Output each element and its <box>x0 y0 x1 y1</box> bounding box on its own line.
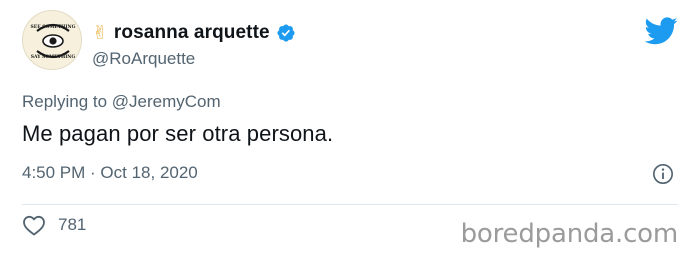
like-count: 781 <box>58 215 87 234</box>
tweet-timestamp[interactable]: 4:50 PM · Oct 18, 2020 <box>22 163 198 183</box>
tweet-text: Me pagan por ser otra persona. <box>22 121 334 146</box>
avatar-text-top: SEE SOMETHING <box>31 24 76 30</box>
boredpanda-watermark: boredpanda.com <box>460 219 679 249</box>
avatar-text-bottom: SAY SOMETHING <box>31 54 76 60</box>
info-icon[interactable] <box>652 163 674 185</box>
avatar[interactable]: SEE SOMETHING SAY SOMETHING <box>22 10 82 70</box>
reply-prefix: Replying to <box>22 92 112 111</box>
name-row: ✌ rosanna arquette <box>92 20 296 46</box>
divider <box>22 204 678 205</box>
heart-icon[interactable] <box>22 214 46 236</box>
avatar-image: SEE SOMETHING SAY SOMETHING <box>25 13 81 69</box>
user-handle[interactable]: @RoArquette <box>92 49 195 69</box>
display-name[interactable]: rosanna arquette <box>114 22 270 44</box>
reply-mention-link[interactable]: @JeremyCom <box>112 92 221 111</box>
replying-to-line: Replying to @JeremyCom <box>22 92 221 112</box>
like-button[interactable]: 781 <box>22 214 86 236</box>
victory-hand-emoji: ✌ <box>92 21 108 44</box>
verified-badge-icon <box>277 24 295 42</box>
twitter-bird-icon[interactable] <box>645 17 678 45</box>
